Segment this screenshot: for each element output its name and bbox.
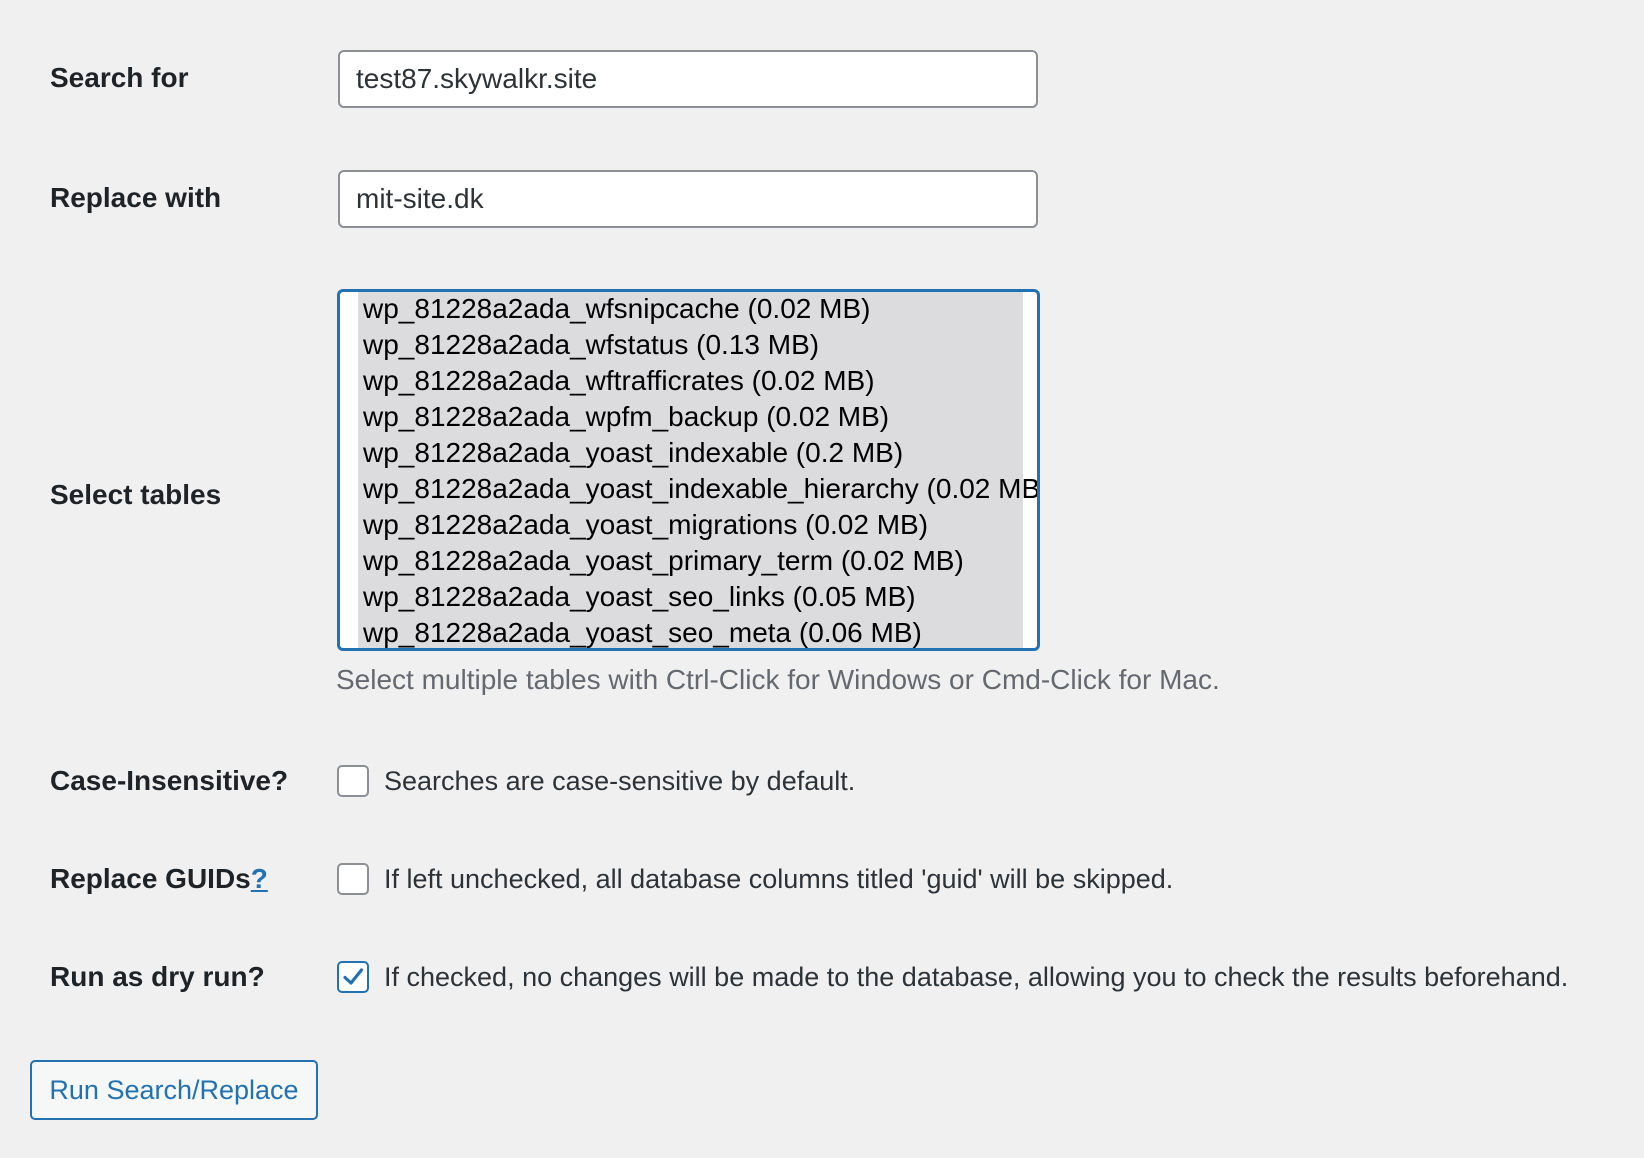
table-option[interactable]: wp_81228a2ada_yoast_migrations (0.02 MB) (363, 508, 928, 542)
replace-label: Replace with (50, 182, 222, 213)
replace-guids-description: If left unchecked, all database columns … (384, 864, 1174, 894)
search-label: Search for (50, 62, 189, 93)
dry-run-description: If checked, no changes will be made to t… (384, 962, 1569, 992)
case-insensitive-checkbox[interactable] (337, 765, 369, 797)
table-option[interactable]: wp_81228a2ada_wfsnipcache (0.02 MB) (363, 292, 870, 326)
dry-run-checkbox[interactable] (337, 961, 369, 993)
run-search-replace-button[interactable]: Run Search/Replace (30, 1060, 318, 1120)
checkmark-icon (343, 968, 364, 985)
table-option[interactable]: wp_81228a2ada_wftrafficrates (0.02 MB) (363, 364, 875, 398)
replace-guids-help-link[interactable]: ? (251, 863, 268, 894)
table-option[interactable]: wp_81228a2ada_yoast_indexable_hierarchy … (363, 472, 1037, 506)
tables-select[interactable]: wp_81228a2ada_wfsnipcache (0.02 MB) wp_8… (337, 289, 1040, 651)
table-option[interactable]: wp_81228a2ada_yoast_primary_term (0.02 M… (363, 544, 964, 578)
table-option[interactable]: wp_81228a2ada_wpfm_backup (0.02 MB) (363, 400, 889, 434)
select-tables-help: Select multiple tables with Ctrl-Click f… (336, 664, 1220, 695)
table-option[interactable]: wp_81228a2ada_yoast_seo_links (0.05 MB) (363, 580, 916, 614)
search-input[interactable] (338, 50, 1038, 108)
replace-guids-label-text: Replace GUIDs (50, 863, 251, 894)
table-option[interactable]: wp_81228a2ada_yoast_indexable (0.2 MB) (363, 436, 903, 470)
replace-input[interactable] (338, 170, 1038, 228)
case-insensitive-description: Searches are case-sensitive by default. (384, 766, 856, 796)
table-option[interactable]: wp_81228a2ada_yoast_seo_meta (0.06 MB) (363, 616, 922, 648)
dry-run-label: Run as dry run? (50, 961, 265, 992)
case-insensitive-label: Case-Insensitive? (50, 765, 289, 796)
replace-guids-label: Replace GUIDs? (50, 863, 268, 895)
select-tables-label: Select tables (50, 479, 222, 510)
replace-guids-checkbox[interactable] (337, 863, 369, 895)
table-option[interactable]: wp_81228a2ada_wfstatus (0.13 MB) (363, 328, 819, 362)
